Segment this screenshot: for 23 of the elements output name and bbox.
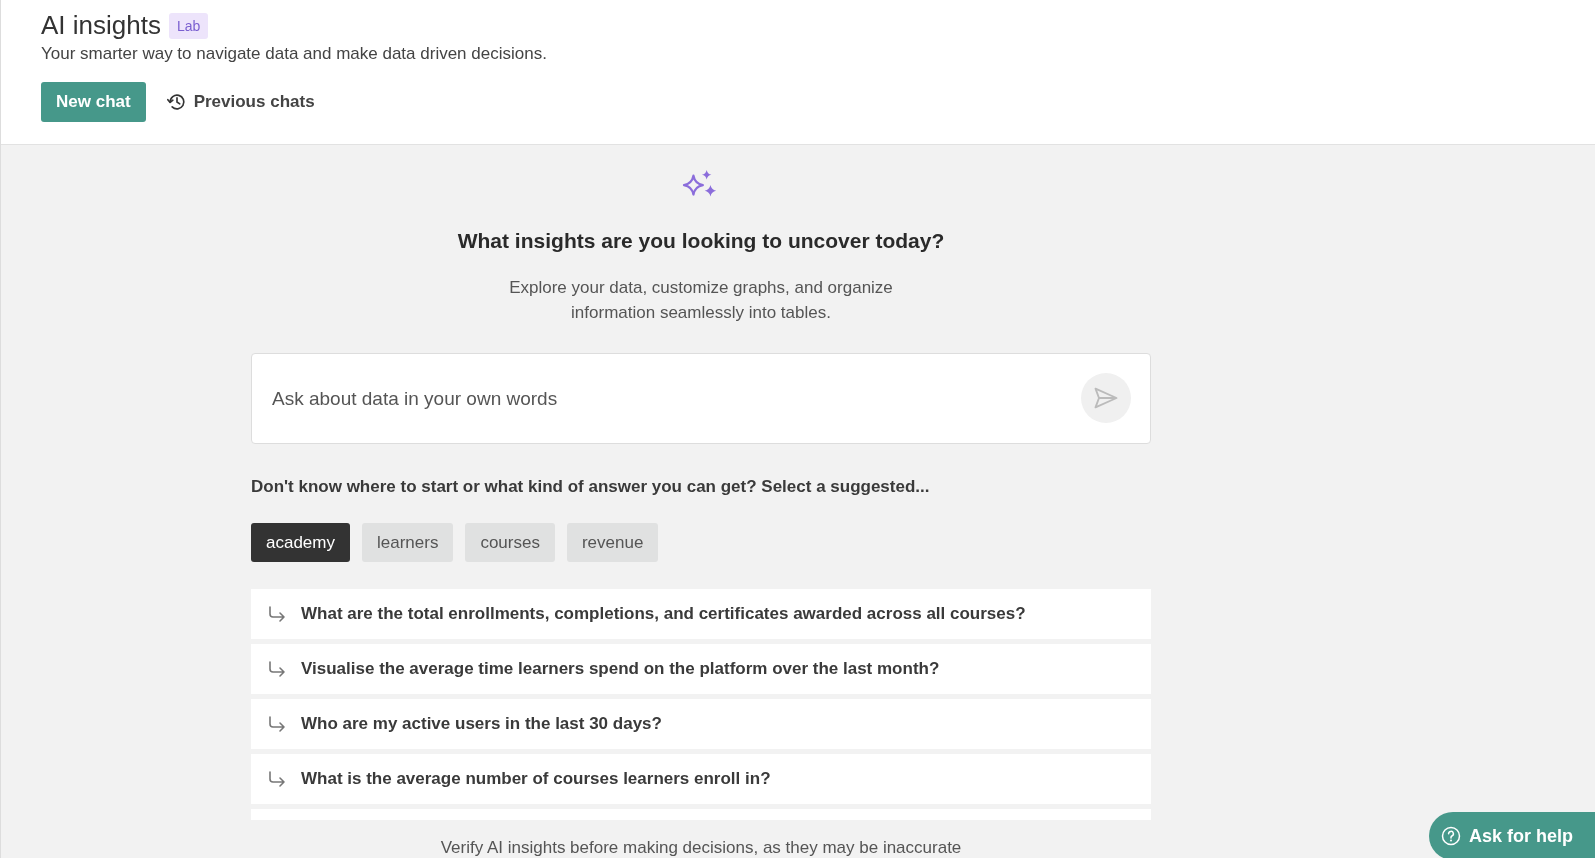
intro-description: Explore your data, customize graphs, and organize information seamlessly into tables. xyxy=(509,277,893,324)
page-subtitle: Your smarter way to navigate data and make data driven decisions. xyxy=(41,44,548,64)
disclaimer-text: Verify AI insights before making decisions, as they may be inaccurate xyxy=(440,838,962,858)
return-arrow-icon xyxy=(267,769,287,789)
lab-badge: Lab xyxy=(168,12,209,39)
suggested-question[interactable]: What is the average number of courses learners enroll in? xyxy=(251,754,1151,804)
topic-chip[interactable]: courses xyxy=(465,523,555,562)
intro-heading: What insights are you looking to uncover today? xyxy=(457,229,945,253)
prompt-field[interactable]: Ask about data in your own words xyxy=(251,353,1151,444)
suggested-question[interactable]: What are the total enrollments, completions, and certificates awarded across all courses? xyxy=(251,589,1151,639)
topic-chip[interactable]: learners xyxy=(362,523,454,562)
return-arrow-icon xyxy=(267,604,287,624)
suggested-question[interactable]: Who are my active users in the last 30 days? xyxy=(251,699,1151,749)
history-icon xyxy=(165,91,188,113)
return-arrow-icon xyxy=(267,714,287,734)
return-arrow-icon xyxy=(267,659,287,679)
suggestions-label: Don't know where to start or what kind of answer you can get? Select a suggested... xyxy=(251,477,931,497)
suggested-question[interactable]: Visualise the average time learners spend on the platform over the last month? xyxy=(251,644,1151,694)
topic-chip[interactable]: academy xyxy=(251,523,350,562)
help-icon xyxy=(1440,826,1461,846)
previous-chats-link[interactable]: Previous chats xyxy=(165,91,315,113)
topic-chip[interactable]: revenue xyxy=(566,523,659,562)
page-title: AI insights xyxy=(41,10,161,41)
